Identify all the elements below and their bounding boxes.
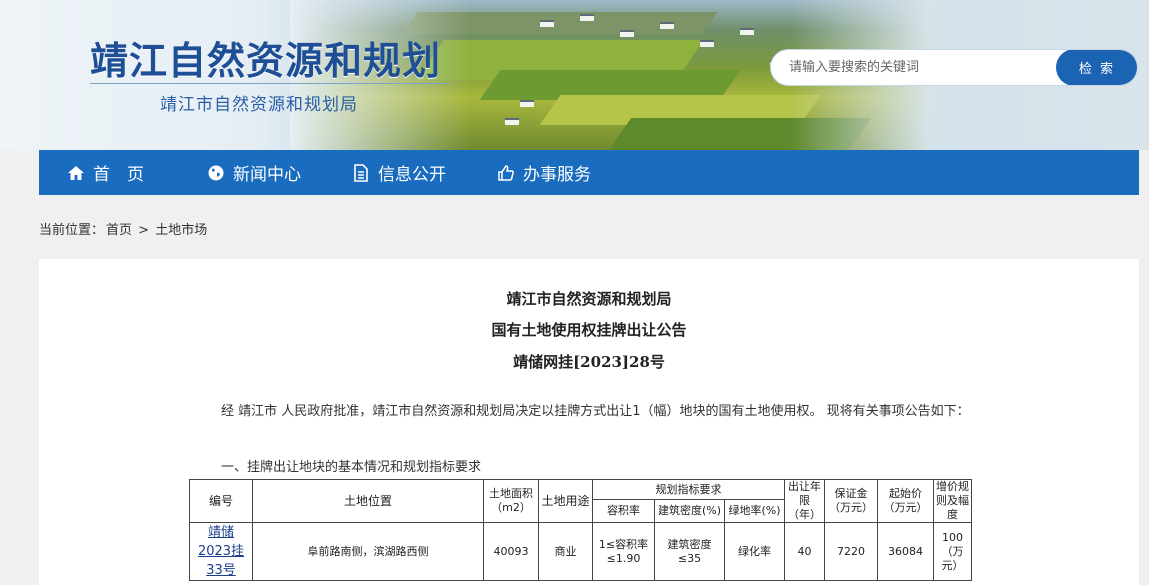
nav-item-service[interactable]: 办事服务: [497, 150, 591, 195]
document-icon: [352, 163, 370, 182]
intro-paragraph: 经 靖江市 人民政府批准，靖江市自然资源和规划局决定以挂牌方式出让1（幅）地块的…: [221, 404, 970, 419]
cell-density: 建筑密度≤35: [654, 522, 725, 581]
header-start-price: 起始价（万元）: [877, 479, 934, 523]
table-header-row: 编号 土地位置 土地面积（m2） 土地用途 规划指标要求 出让年限（年） 保证金…: [189, 478, 972, 523]
document-title: 国有土地使用权挂牌出让公告: [491, 321, 687, 339]
cell-increment: 100（万元）: [933, 522, 972, 581]
nav-item-info[interactable]: 信息公开: [352, 150, 446, 195]
article-content: 靖江市自然资源和规划局 国有土地使用权挂牌出让公告 靖储网挂[2023]28号 …: [39, 259, 1139, 585]
cell-far: 1≤容积率≤1.90: [592, 522, 655, 581]
site-title: 靖江自然资源和规划: [90, 39, 442, 83]
search-input[interactable]: [771, 50, 1059, 85]
title-divider: [90, 83, 450, 84]
cell-usage: 商业: [538, 522, 593, 581]
site-header: 靖江自然资源和规划 靖江市自然资源和规划局 检 索: [0, 0, 1149, 150]
breadcrumb-home-link[interactable]: 首页: [106, 223, 132, 238]
cell-location: 阜前路南侧，滨湖路西侧: [252, 522, 484, 581]
thumbs-up-icon: [497, 164, 515, 182]
header-deposit: 保证金（万元）: [824, 479, 878, 523]
cell-term: 40: [784, 522, 825, 581]
cell-deposit: 7220: [824, 522, 878, 581]
header-area: 土地面积（m2）: [483, 479, 539, 523]
search-box: 检 索: [770, 49, 1138, 86]
breadcrumb-current-link[interactable]: 土地市场: [155, 223, 207, 238]
header-usage: 土地用途: [538, 479, 593, 523]
breadcrumb-separator: >: [138, 223, 150, 238]
breadcrumb: 当前位置： 首页 > 土地市场: [39, 219, 209, 238]
nav-item-home[interactable]: 首 页: [67, 150, 144, 195]
table-row: 靖储2023挂33号 阜前路南侧，滨湖路西侧 40093 商业 1≤容积率≤1.…: [189, 522, 972, 581]
cell-number: 靖储2023挂33号: [189, 522, 253, 581]
cell-start-price: 36084: [877, 522, 934, 581]
land-table: 编号 土地位置 土地面积（m2） 土地用途 规划指标要求 出让年限（年） 保证金…: [189, 478, 972, 581]
header-number: 编号: [189, 479, 253, 523]
header-green: 绿地率(%): [724, 499, 785, 523]
section-heading: 一、挂牌出让地块的基本情况和规划指标要求: [221, 460, 482, 475]
header-location: 土地位置: [252, 479, 484, 523]
cell-green: 绿化率: [724, 522, 785, 581]
document-number: 靖储网挂[2023]28号: [513, 353, 665, 371]
home-icon: [67, 164, 85, 182]
globe-icon: [207, 164, 225, 182]
header-planning: 规划指标要求: [592, 478, 785, 501]
nav-item-label: 新闻中心: [233, 165, 301, 185]
nav-item-news[interactable]: 新闻中心: [207, 150, 301, 195]
nav-item-label: 信息公开: [378, 165, 446, 185]
main-nav: 首 页 新闻中心 信息公开 办事服务: [39, 150, 1139, 195]
plot-number-link[interactable]: 靖储2023挂33号: [198, 525, 244, 578]
header-term: 出让年限（年）: [784, 479, 825, 523]
header-density: 建筑密度(%): [654, 499, 725, 523]
header-increment: 增价规则及幅度: [933, 479, 972, 523]
cell-area: 40093: [483, 522, 539, 581]
nav-item-label: 首 页: [93, 165, 144, 185]
nav-item-label: 办事服务: [523, 165, 591, 185]
site-subtitle: 靖江市自然资源和规划局: [160, 95, 358, 115]
header-far: 容积率: [592, 499, 655, 523]
breadcrumb-prefix: 当前位置：: [39, 223, 105, 238]
document-issuer: 靖江市自然资源和规划局: [506, 290, 672, 308]
search-button[interactable]: 检 索: [1056, 50, 1137, 85]
